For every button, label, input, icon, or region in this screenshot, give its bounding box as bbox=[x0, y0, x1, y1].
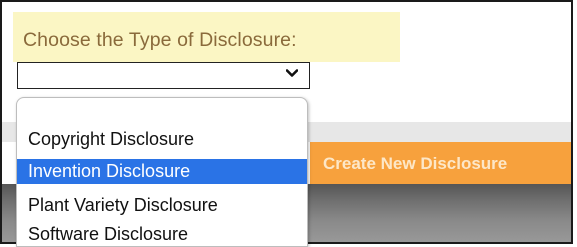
option-invention-disclosure[interactable]: Invention Disclosure bbox=[17, 159, 307, 184]
disclosure-type-select[interactable] bbox=[17, 62, 310, 89]
create-new-disclosure-label: Create New Disclosure bbox=[323, 154, 508, 173]
disclosure-type-label: Choose the Type of Disclosure: bbox=[23, 29, 297, 51]
disclosure-type-label-box: Choose the Type of Disclosure: bbox=[13, 12, 400, 62]
option-software-disclosure[interactable]: Software Disclosure bbox=[17, 222, 307, 247]
option-copyright-disclosure[interactable]: Copyright Disclosure bbox=[17, 127, 307, 152]
chevron-down-icon bbox=[286, 69, 298, 77]
create-new-disclosure-button[interactable]: Create New Disclosure bbox=[310, 142, 571, 184]
option-plant-variety-disclosure[interactable]: Plant Variety Disclosure bbox=[17, 193, 307, 218]
disclosure-type-dropdown: Copyright Disclosure Invention Disclosur… bbox=[16, 97, 308, 247]
